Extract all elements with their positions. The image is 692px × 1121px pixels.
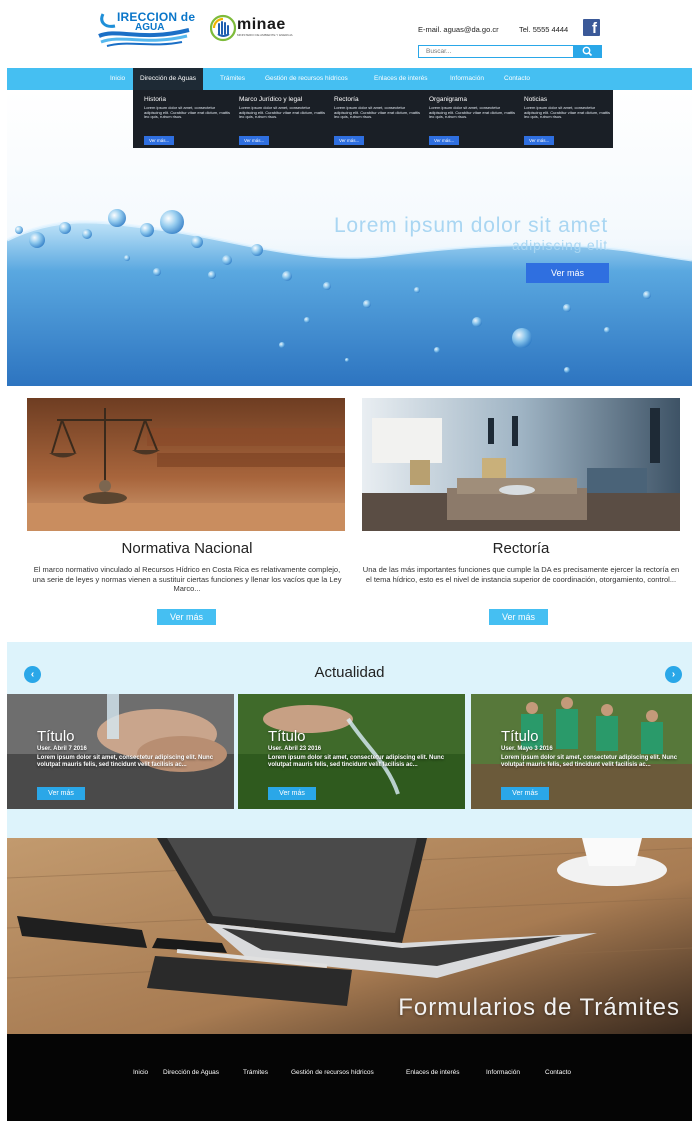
news-card[interactable]: Título User. Abril 7 2016 Lorem ipsum do…	[7, 694, 234, 809]
hero-ver-mas-button[interactable]: Ver más	[526, 263, 609, 283]
footer-link-direccion-de-aguas[interactable]: Dirección de Aguas	[163, 1069, 219, 1076]
card-ver-mas-button[interactable]: Ver más	[157, 609, 216, 625]
formularios-banner[interactable]: Formularios de Trámites	[7, 838, 692, 1034]
minae-logo-subtext: MINISTERIO DE AMBIENTE Y ENERGIA	[237, 33, 293, 37]
news-text: Lorem ipsum dolor sit amet, consectetur …	[501, 755, 678, 768]
nav-item-inicio[interactable]: Inicio	[103, 68, 132, 90]
news-card[interactable]: Título User. Abril 23 2016 Lorem ipsum d…	[238, 694, 465, 809]
news-ver-mas-button[interactable]: Ver más	[37, 787, 85, 800]
formularios-title: Formularios de Trámites	[398, 994, 680, 1021]
dropdown-col-text: Lorem ipsum dolor sit amet, consectetur …	[524, 106, 611, 120]
dropdown-col-title[interactable]: Organigrama	[429, 96, 517, 103]
dropdown-col-text: Lorem ipsum dolor sit amet, consectetur …	[429, 106, 516, 120]
actualidad-section: ‹ › Actualidad Título User. Abril 7 2016…	[7, 642, 692, 838]
nav-item-gestion-recursos-hidricos[interactable]: Gestión de recursos hídricos	[258, 68, 355, 90]
search-button[interactable]	[574, 45, 602, 58]
nav-item-tramites[interactable]: Trámites	[213, 68, 252, 90]
dropdown-col-organigrama: Organigrama Lorem ipsum dolor sit amet, …	[429, 96, 517, 147]
logo-da-line2: AGUA	[135, 22, 165, 33]
page: IRECCION de AGUA minae MINISTERIO DE AMB…	[0, 0, 692, 1121]
nav-item-enlaces-de-interes[interactable]: Enlaces de interés	[367, 68, 434, 90]
nav-item-direccion-de-aguas[interactable]: Dirección de Aguas	[133, 68, 204, 90]
contact-phone: Tel. 5555 4444	[519, 25, 569, 34]
footer-link-gestion-recursos-hidricos[interactable]: Gestión de recursos hídricos	[291, 1069, 374, 1076]
dropdown-col-text: Lorem ipsum dolor sit amet, consectetur …	[144, 106, 231, 120]
search-icon	[582, 46, 593, 57]
dropdown-col-rectoria: Rectoría Lorem ipsum dolor sit amet, con…	[334, 96, 422, 147]
dropdown-ver-mas-button[interactable]: Ver más...	[144, 136, 175, 145]
normativa-image	[27, 398, 345, 531]
dropdown-col-title[interactable]: Rectoría	[334, 96, 422, 103]
card-text: El marco normativo vinculado al Recursos…	[32, 565, 342, 593]
news-meta: User. Abril 23 2016	[268, 746, 322, 752]
minae-logo[interactable]: minae MINISTERIO DE AMBIENTE Y ENERGIA	[210, 14, 310, 42]
main-nav: Inicio Dirección de Aguas Trámites Gesti…	[7, 68, 692, 90]
site-header: IRECCION de AGUA minae MINISTERIO DE AMB…	[0, 0, 692, 68]
dropdown-col-title[interactable]: Noticias	[524, 96, 612, 103]
footer-link-informacion[interactable]: Información	[486, 1069, 520, 1076]
news-meta: User. Abril 7 2016	[37, 746, 87, 752]
dropdown-col-title[interactable]: Marco Jurídico y legal	[239, 96, 327, 103]
minae-logo-text: minae	[237, 16, 286, 33]
news-text: Lorem ipsum dolor sit amet, consectetur …	[268, 755, 445, 768]
office-lobby-image	[362, 398, 680, 531]
footer-link-tramites[interactable]: Trámites	[243, 1069, 268, 1076]
news-title: Título	[501, 728, 539, 745]
rectoria-image	[362, 398, 680, 531]
nav-item-contacto[interactable]: Contacto	[497, 68, 537, 90]
news-text: Lorem ipsum dolor sit amet, consectetur …	[37, 755, 214, 768]
dropdown-ver-mas-button[interactable]: Ver más...	[334, 136, 365, 145]
hero-subtitle: adipiscing elit	[511, 237, 608, 253]
news-ver-mas-button[interactable]: Ver más	[268, 787, 316, 800]
card-title: Rectoría	[492, 540, 550, 557]
footer-link-inicio[interactable]: Inicio	[133, 1069, 148, 1076]
dropdown-col-historia: Historia Lorem ipsum dolor sit amet, con…	[144, 96, 232, 147]
direccion-de-aguas-dropdown: Historia Lorem ipsum dolor sit amet, con…	[133, 90, 613, 148]
dropdown-col-text: Lorem ipsum dolor sit amet, consectetur …	[334, 106, 421, 120]
news-card[interactable]: Título User. Mayo 3 2016 Lorem ipsum dol…	[471, 694, 692, 809]
direccion-de-agua-logo[interactable]: IRECCION de AGUA	[97, 8, 195, 48]
card-ver-mas-button[interactable]: Ver más	[489, 609, 548, 625]
site-footer: Inicio Dirección de Aguas Trámites Gesti…	[7, 1034, 692, 1121]
dropdown-ver-mas-button[interactable]: Ver más...	[239, 136, 270, 145]
card-text: Una de las más importantes funciones que…	[362, 565, 680, 584]
dropdown-ver-mas-button[interactable]: Ver más...	[524, 136, 555, 145]
dropdown-ver-mas-button[interactable]: Ver más...	[429, 136, 460, 145]
contact-email[interactable]: E-mail. aguas@da.go.cr	[418, 25, 499, 34]
dropdown-col-text: Lorem ipsum dolor sit amet, consectetur …	[239, 106, 326, 120]
card-title: Normativa Nacional	[121, 540, 253, 557]
news-title: Título	[268, 728, 306, 745]
hero-title: Lorem ipsum dolor sit amet	[333, 214, 608, 237]
news-ver-mas-button[interactable]: Ver más	[501, 787, 549, 800]
news-meta: User. Mayo 3 2016	[501, 746, 553, 752]
search-input[interactable]	[418, 45, 574, 58]
news-title: Título	[37, 728, 75, 745]
dropdown-col-marco-juridico: Marco Jurídico y legal Lorem ipsum dolor…	[239, 96, 327, 147]
dropdown-col-title[interactable]: Historia	[144, 96, 232, 103]
hand-leaf-logo-icon	[210, 14, 236, 42]
nav-item-informacion[interactable]: Información	[443, 68, 491, 90]
footer-link-contacto[interactable]: Contacto	[545, 1069, 571, 1076]
actualidad-title: Actualidad	[314, 664, 385, 681]
scales-of-justice-image	[27, 398, 345, 531]
dropdown-col-noticias: Noticias Lorem ipsum dolor sit amet, con…	[524, 96, 612, 147]
facebook-icon[interactable]: f	[583, 19, 600, 37]
footer-link-enlaces-de-interes[interactable]: Enlaces de interés	[406, 1069, 459, 1076]
